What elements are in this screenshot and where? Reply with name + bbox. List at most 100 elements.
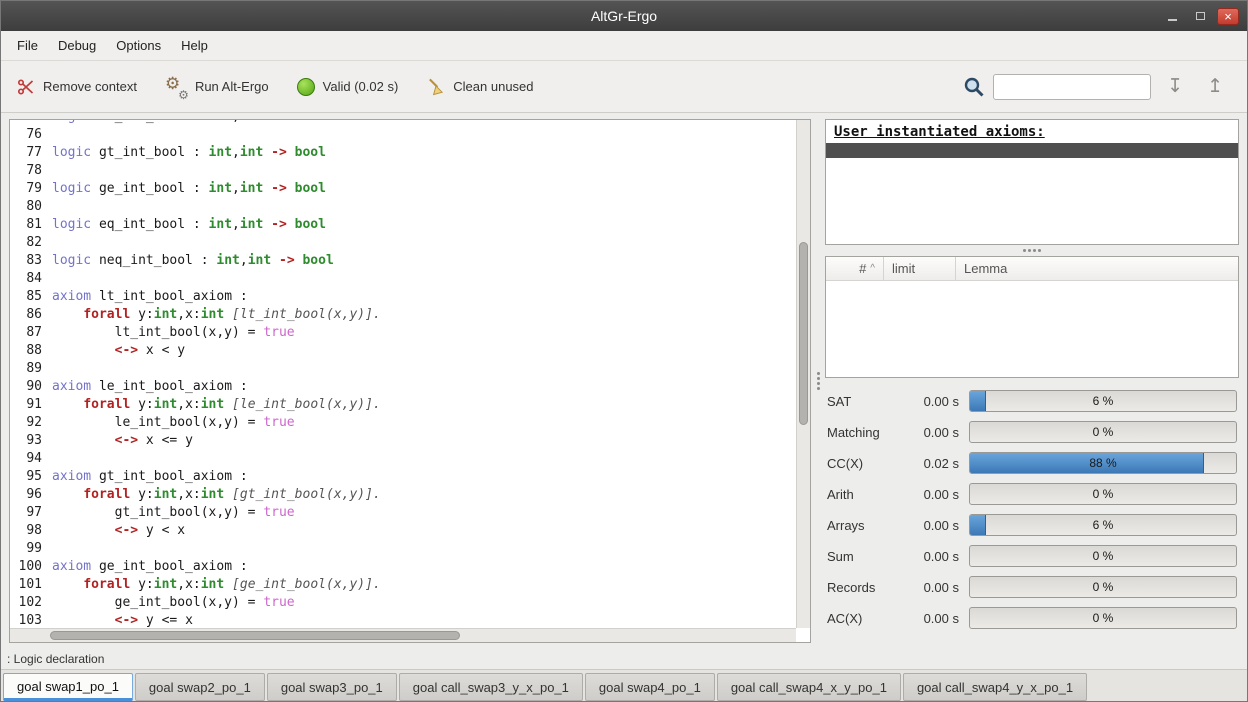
code-line[interactable]: 85axiom lt_int_bool_axiom : xyxy=(10,288,381,306)
menu-debug[interactable]: Debug xyxy=(48,33,106,58)
horizontal-scrollbar-thumb[interactable] xyxy=(50,631,460,640)
code-token: int xyxy=(201,397,224,412)
vertical-scrollbar[interactable] xyxy=(796,120,810,628)
code-line[interactable]: 93 <-> x <= y xyxy=(10,432,381,450)
menu-file[interactable]: File xyxy=(7,33,48,58)
line-number: 90 xyxy=(10,378,52,396)
run-alt-ergo-button[interactable]: ⚙⚙ Run Alt-Ergo xyxy=(165,76,269,98)
code-text: axiom le_int_bool_axiom : xyxy=(52,378,248,396)
code-token xyxy=(263,181,271,196)
scissors-icon xyxy=(17,78,35,96)
line-number: 79 xyxy=(10,180,52,198)
axioms-selected-row[interactable] xyxy=(826,143,1238,158)
remove-context-button[interactable]: Remove context xyxy=(17,78,137,96)
code-line[interactable]: 102 ge_int_bool(x,y) = true xyxy=(10,594,381,612)
code-line[interactable]: 98 <-> y < x xyxy=(10,522,381,540)
status-bar: : Logic declaration xyxy=(1,649,1247,669)
line-number: 83 xyxy=(10,252,52,270)
code-text: logic gt_int_bool : int,int -> bool xyxy=(52,144,326,162)
code-viewport[interactable]: 75logic le_int_bool : int,int -> bool767… xyxy=(10,120,796,628)
code-line[interactable]: 87 lt_int_bool(x,y) = true xyxy=(10,324,381,342)
code-line[interactable]: 86 forall y:int,x:int [lt_int_bool(x,y)]… xyxy=(10,306,381,324)
stat-time-ac-x: 0.00 s xyxy=(903,611,959,626)
jump-up-icon[interactable]: ↥ xyxy=(1199,75,1231,98)
search-icon[interactable] xyxy=(963,76,985,98)
code-line[interactable]: 77logic gt_int_bool : int,int -> bool xyxy=(10,144,381,162)
column-header-limit[interactable]: limit xyxy=(884,257,956,280)
code-token: , xyxy=(240,253,248,268)
code-line[interactable]: 89 xyxy=(10,360,381,378)
code-line[interactable]: 103 <-> y <= x xyxy=(10,612,381,628)
close-button[interactable]: × xyxy=(1217,8,1239,25)
code-line[interactable]: 81logic eq_int_bool : int,int -> bool xyxy=(10,216,381,234)
code-token: forall xyxy=(83,397,130,412)
horizontal-pane-splitter[interactable] xyxy=(825,245,1239,256)
line-number: 96 xyxy=(10,486,52,504)
lemma-table[interactable]: # ^ limit Lemma xyxy=(825,256,1239,378)
code-line[interactable]: 75logic le_int_bool : int,int -> bool xyxy=(10,120,381,126)
vertical-scrollbar-thumb[interactable] xyxy=(799,242,808,425)
line-number: 100 xyxy=(10,558,52,576)
code-line[interactable]: 90axiom le_int_bool_axiom : xyxy=(10,378,381,396)
code-token: axiom xyxy=(52,379,91,394)
code-line[interactable]: 83logic neq_int_bool : int,int -> bool xyxy=(10,252,381,270)
menu-options[interactable]: Options xyxy=(106,33,171,58)
code-token: logic xyxy=(52,145,91,160)
tab-goal-call-swap4-x-y-po-1[interactable]: goal call_swap4_x_y_po_1 xyxy=(717,673,901,701)
sort-ascending-icon: ^ xyxy=(870,263,875,274)
code-token xyxy=(52,577,83,592)
code-line[interactable]: 78 xyxy=(10,162,381,180)
code-token: logic xyxy=(52,120,91,124)
code-line[interactable]: 96 forall y:int,x:int [gt_int_bool(x,y)]… xyxy=(10,486,381,504)
code-token: int xyxy=(201,577,224,592)
code-line[interactable]: 79logic ge_int_bool : int,int -> bool xyxy=(10,180,381,198)
code-token: [le_int_bool(x,y)]. xyxy=(232,397,381,412)
line-number: 101 xyxy=(10,576,52,594)
search-input[interactable] xyxy=(993,74,1151,100)
tab-goal-swap4-po-1[interactable]: goal swap4_po_1 xyxy=(585,673,715,701)
stat-label-matching: Matching xyxy=(827,425,893,440)
menu-help[interactable]: Help xyxy=(171,33,218,58)
maximize-button[interactable] xyxy=(1189,8,1211,25)
stat-label-arith: Arith xyxy=(827,487,893,502)
horizontal-scrollbar[interactable] xyxy=(10,628,796,642)
tab-goal-swap3-po-1[interactable]: goal swap3_po_1 xyxy=(267,673,397,701)
code-token: bool xyxy=(302,253,333,268)
code-token: -> xyxy=(271,217,287,232)
code-line[interactable]: 91 forall y:int,x:int [le_int_bool(x,y)]… xyxy=(10,396,381,414)
code-line[interactable]: 76 xyxy=(10,126,381,144)
code-line[interactable]: 92 le_int_bool(x,y) = true xyxy=(10,414,381,432)
splitter-handle-icon xyxy=(1023,249,1026,252)
progress-value: 6 % xyxy=(970,391,1236,411)
progress-bar-sat: 6 % xyxy=(969,390,1237,412)
code-line[interactable]: 100axiom ge_int_bool_axiom : xyxy=(10,558,381,576)
code-line[interactable]: 95axiom gt_int_bool_axiom : xyxy=(10,468,381,486)
instantiated-axioms-panel[interactable]: User instantiated axioms: xyxy=(825,119,1239,245)
code-line[interactable]: 97 gt_int_bool(x,y) = true xyxy=(10,504,381,522)
code-token: true xyxy=(263,415,294,430)
code-token: gt_int_bool_axiom : xyxy=(91,469,248,484)
code-line[interactable]: 101 forall y:int,x:int [ge_int_bool(x,y)… xyxy=(10,576,381,594)
minimize-button[interactable] xyxy=(1161,8,1183,25)
code-line[interactable]: 82 xyxy=(10,234,381,252)
column-header-number[interactable]: # ^ xyxy=(826,257,884,280)
tab-goal-call-swap4-y-x-po-1[interactable]: goal call_swap4_y_x_po_1 xyxy=(903,673,1087,701)
tab-goal-call-swap3-y-x-po-1[interactable]: goal call_swap3_y_x_po_1 xyxy=(399,673,583,701)
tab-goal-swap2-po-1[interactable]: goal swap2_po_1 xyxy=(135,673,265,701)
code-line[interactable]: 84 xyxy=(10,270,381,288)
code-line[interactable]: 88 <-> x < y xyxy=(10,342,381,360)
code-line[interactable]: 94 xyxy=(10,450,381,468)
source-editor[interactable]: 75logic le_int_bool : int,int -> bool767… xyxy=(9,119,811,643)
code-line[interactable]: 99 xyxy=(10,540,381,558)
jump-down-icon[interactable]: ↧ xyxy=(1159,75,1191,98)
column-header-lemma[interactable]: Lemma xyxy=(956,257,1238,280)
code-token: y: xyxy=(130,577,153,592)
code-line[interactable]: 80 xyxy=(10,198,381,216)
code-text: axiom lt_int_bool_axiom : xyxy=(52,288,248,306)
code-token: int xyxy=(154,577,177,592)
pane-splitter[interactable] xyxy=(811,119,825,643)
line-number: 97 xyxy=(10,504,52,522)
tab-goal-swap1-po-1[interactable]: goal swap1_po_1 xyxy=(3,673,133,701)
clean-unused-button[interactable]: Clean unused xyxy=(426,77,533,96)
stat-label-sum: Sum xyxy=(827,549,893,564)
